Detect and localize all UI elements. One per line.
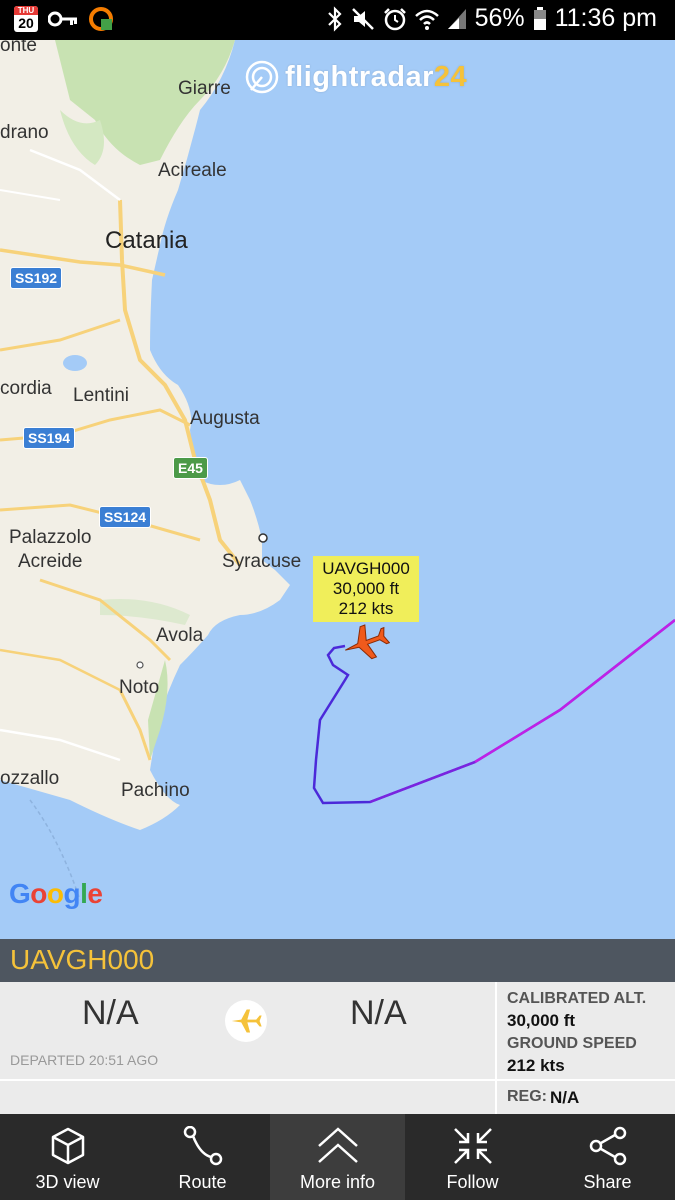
road-shield: E45 [173, 457, 208, 479]
google-logo: Google [9, 878, 103, 909]
flight-label-callsign: UAVGH000 [322, 559, 410, 578]
route-icon [183, 1126, 222, 1166]
info-strip [0, 1081, 495, 1114]
place-label: Pachino [121, 780, 190, 801]
callsign-bar: UAVGH000 [0, 939, 675, 982]
place-label: Palazzolo [9, 527, 92, 548]
reg-label: REG: [507, 1088, 547, 1105]
place-label: Lentini [73, 385, 129, 406]
place-label: onte [0, 40, 37, 56]
battery-icon [533, 6, 546, 30]
stats-section: CALIBRATED ALT. 30,000 ft GROUND SPEED 2… [497, 982, 675, 1079]
place-label: cordia [0, 378, 52, 399]
departed-time: DEPARTED 20:51 AGO [10, 1052, 159, 1068]
origin-airport: N/A [82, 994, 139, 1032]
reg-value: N/A [550, 1088, 580, 1107]
share-label: Share [583, 1172, 632, 1192]
calibrated-alt-label: CALIBRATED ALT. [507, 990, 647, 1007]
status-bar: THU 20 56% 11:36 pm [0, 0, 675, 40]
place-label: Acireale [158, 160, 227, 181]
brand-suffix: 24 [433, 60, 468, 93]
calendar-day: THU [14, 6, 38, 15]
more-info-label: More info [299, 1172, 376, 1192]
flight-info-panel[interactable]: N/A N/A DEPARTED 20:51 AGO CALIBRATED AL… [0, 982, 675, 1114]
bottom-nav: 3D view Route More info Follow Share [0, 1114, 675, 1200]
flightradar24-logo: flightradar24 [245, 60, 467, 94]
flight-label-altitude: 30,000 ft [332, 579, 400, 598]
alarm-icon [383, 7, 406, 30]
chevron-up-icon [317, 1127, 358, 1163]
share-icon [589, 1126, 626, 1166]
flight-label[interactable]: UAVGH000 30,000 ft 212 kts [313, 556, 419, 622]
route-section: N/A N/A DEPARTED 20:51 AGO [0, 982, 495, 1081]
registration-section: REG: N/A [497, 1081, 675, 1114]
calendar-icon: THU 20 [14, 6, 38, 32]
place-label: Syracuse [222, 551, 302, 572]
brand-name: flightradar [285, 60, 434, 93]
battery-percent: 56% [474, 4, 525, 32]
ground-speed-value: 212 kts [507, 1056, 565, 1075]
share-button[interactable]: Share [540, 1114, 675, 1200]
follow-label: Follow [446, 1172, 499, 1192]
place-label: Catania [105, 227, 188, 254]
route-label: Route [178, 1172, 227, 1192]
app-icon [89, 7, 113, 31]
place-label: Acreide [18, 551, 83, 572]
place-label: ozzallo [0, 768, 60, 789]
wifi-icon [414, 9, 439, 30]
road-shield: SS124 [99, 506, 152, 528]
cube-icon [51, 1127, 84, 1165]
callsign-title: UAVGH000 [10, 944, 155, 975]
place-label: drano [0, 122, 49, 143]
bluetooth-icon [327, 5, 342, 32]
plane-icon[interactable] [340, 618, 390, 668]
map-background [0, 40, 675, 939]
signal-icon [447, 8, 466, 29]
follow-button[interactable]: Follow [405, 1114, 540, 1200]
clock: 11:36 pm [554, 4, 657, 32]
ground-speed-label: GROUND SPEED [507, 1035, 637, 1052]
place-label: Augusta [190, 408, 260, 429]
route-button[interactable]: Route [135, 1114, 270, 1200]
calibrated-alt-value: 30,000 ft [507, 1011, 576, 1030]
airplane-icon [231, 1009, 262, 1033]
place-label: Avola [156, 625, 204, 646]
mute-icon [351, 7, 374, 30]
follow-icon [453, 1128, 492, 1164]
radar-icon [245, 60, 279, 94]
road-shield: SS194 [23, 427, 76, 449]
calendar-date: 20 [18, 15, 34, 31]
destination-airport: N/A [350, 994, 407, 1032]
route-plane-badge [225, 1000, 267, 1042]
flight-label-speed: 212 kts [338, 599, 394, 618]
3d-view-label: 3D view [35, 1172, 100, 1192]
place-label: Noto [119, 677, 160, 698]
map-view[interactable]: onte Giarre drano Acireale Catania Lenti… [0, 40, 675, 939]
more-info-button[interactable]: More info [270, 1114, 405, 1200]
road-shield: SS192 [10, 267, 63, 289]
3d-view-button[interactable]: 3D view [0, 1114, 135, 1200]
key-icon [48, 11, 77, 27]
place-label: Giarre [178, 78, 231, 99]
